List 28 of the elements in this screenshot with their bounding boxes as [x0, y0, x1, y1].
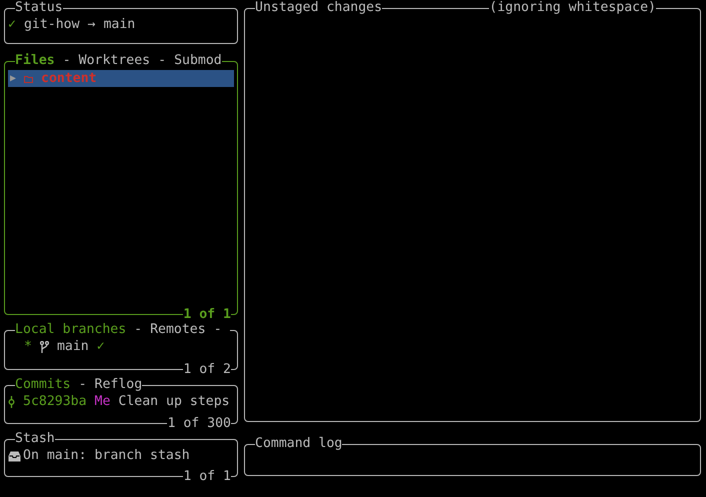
- expand-icon: ▶: [10, 70, 16, 87]
- branch-icon: [40, 341, 49, 353]
- item-counter: 1 of 1: [183, 307, 231, 322]
- panel-tab[interactable]: Reflog: [94, 377, 142, 393]
- folder-icon: [24, 74, 34, 82]
- commit-message: Clean up steps: [118, 393, 230, 411]
- panel-subtitle: (ignoring whitespace): [489, 0, 656, 16]
- inbox-icon: [8, 450, 21, 462]
- commit-row[interactable]: 5c8293ba Me Clean up steps: [8, 393, 234, 411]
- branch-row[interactable]: * main ✓: [8, 338, 234, 356]
- check-icon: ✓: [8, 16, 16, 34]
- current-marker: *: [24, 338, 32, 356]
- item-counter: 1 of 1: [183, 469, 231, 484]
- branch-name: main: [103, 16, 136, 34]
- commit-icon: [8, 396, 15, 408]
- panel-title: Unstaged changes: [255, 0, 382, 16]
- arrow-icon: →: [88, 16, 96, 34]
- stash-entry: On main: branch stash: [23, 447, 190, 465]
- commit-author: Me: [94, 393, 110, 411]
- file-name: content: [41, 70, 97, 87]
- branch-name: main: [56, 338, 89, 356]
- stash-row[interactable]: On main: branch stash: [8, 447, 234, 465]
- check-icon: ✓: [96, 338, 105, 356]
- panel-title: Command log: [255, 436, 342, 452]
- item-counter: 1 of 300: [167, 416, 231, 431]
- repo-name: git-how: [24, 16, 80, 34]
- item-counter: 1 of 2: [183, 362, 231, 377]
- commit-hash: 5c8293ba: [23, 393, 87, 411]
